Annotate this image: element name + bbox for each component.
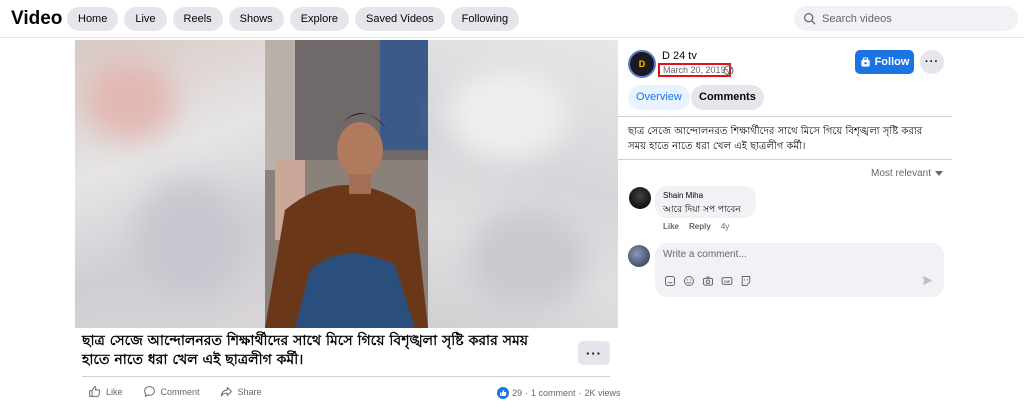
nav-explore[interactable]: Explore xyxy=(289,7,349,31)
caret-down-icon xyxy=(935,171,944,176)
follow-button[interactable]: Follow xyxy=(855,50,914,74)
nav-saved-videos[interactable]: Saved Videos xyxy=(354,7,445,31)
app-title: Video xyxy=(11,8,63,29)
like-label: Like xyxy=(106,386,123,397)
video-stats: 29 · 1 comment · 2K views xyxy=(497,387,621,399)
comment-bubble: Shain Miha আরে দিয়া সপ পাবেন xyxy=(655,186,756,218)
separator: · xyxy=(525,388,529,398)
comment-button[interactable]: Comment xyxy=(143,385,200,398)
comment-input[interactable] xyxy=(663,249,923,260)
globe-icon xyxy=(723,65,734,76)
sticker-face-icon[interactable] xyxy=(740,275,752,287)
nav-live[interactable]: Live xyxy=(124,7,167,31)
comment-text: আরে দিয়া সপ পাবেন xyxy=(663,205,741,215)
separator: · xyxy=(578,388,582,398)
divider xyxy=(618,116,952,117)
tab-overview[interactable]: Overview xyxy=(628,85,690,110)
comment-label: Comment xyxy=(160,386,200,397)
reaction-count[interactable]: 29 xyxy=(512,388,522,398)
page-avatar[interactable]: D xyxy=(628,50,656,78)
video-frame xyxy=(265,40,428,328)
nav-following[interactable]: Following xyxy=(450,7,520,31)
page-name[interactable]: D 24 tv xyxy=(662,50,697,62)
comment-actions: Like Reply 4y xyxy=(663,222,729,231)
nav-reels[interactable]: Reels xyxy=(172,7,223,31)
follow-label: Follow xyxy=(874,56,910,68)
post-date[interactable]: March 20, 2019 xyxy=(658,63,731,77)
comment-age[interactable]: 4y xyxy=(721,222,729,231)
video-caption: ছাত্র সেজে আন্দোলনরত শিক্ষার্থীদের সাথে … xyxy=(82,333,528,368)
blur-spot xyxy=(85,60,175,140)
comment-count[interactable]: 1 comment xyxy=(531,388,576,398)
svg-text:GIF: GIF xyxy=(724,280,731,284)
comment-like-button[interactable]: Like xyxy=(663,222,679,231)
share-label: Share xyxy=(237,386,262,397)
page-logo-letter: D xyxy=(638,59,646,69)
sort-dropdown[interactable]: Most relevant xyxy=(871,168,944,179)
thumbs-up-icon xyxy=(89,386,101,397)
page-more-button[interactable]: ··· xyxy=(920,50,944,74)
like-reaction-icon xyxy=(497,387,509,399)
search-input[interactable] xyxy=(822,12,1012,25)
blur-spot xyxy=(448,70,568,160)
send-icon[interactable] xyxy=(921,274,934,287)
gif-icon[interactable]: GIF xyxy=(721,275,733,287)
commenter-avatar[interactable] xyxy=(629,187,651,209)
comment-icon xyxy=(143,386,155,398)
divider xyxy=(82,376,610,377)
blur-spot xyxy=(135,180,245,300)
search-icon xyxy=(803,12,816,25)
comment-composer[interactable]: GIF xyxy=(655,243,944,297)
composer-tools: GIF xyxy=(664,275,752,287)
video-player[interactable] xyxy=(75,40,618,328)
post-date-text: March 20, 2019 xyxy=(663,65,726,75)
sort-label: Most relevant xyxy=(871,168,932,179)
top-bar: Video Home Live Reels Shows Explore Save… xyxy=(0,0,1024,38)
my-avatar xyxy=(628,245,650,267)
emoji-icon[interactable] xyxy=(683,275,695,287)
search-bar[interactable] xyxy=(794,6,1018,31)
video-blur-left xyxy=(75,40,265,328)
like-button[interactable]: Like xyxy=(88,385,123,398)
commenter-name[interactable]: Shain Miha xyxy=(663,191,748,200)
video-actions: Like Comment Share xyxy=(88,385,282,398)
share-icon xyxy=(220,386,232,397)
post-description: ছাত্র সেজে আন্দোলনরত শিক্ষার্থীদের সাথে … xyxy=(628,126,923,152)
nav-home[interactable]: Home xyxy=(67,7,119,31)
nav-tabs: Home Live Reels Shows Explore Saved Vide… xyxy=(67,7,520,31)
follow-page-icon xyxy=(860,57,870,67)
view-count: 2K views xyxy=(584,388,621,398)
blur-spot xyxy=(468,210,588,310)
video-more-button[interactable]: ··· xyxy=(578,341,610,365)
sticker-icon[interactable] xyxy=(664,275,676,287)
tab-comments[interactable]: Comments xyxy=(691,85,764,110)
video-blur-right xyxy=(428,40,618,328)
video-still xyxy=(265,40,428,328)
comment-reply-button[interactable]: Reply xyxy=(689,222,711,231)
divider xyxy=(618,159,952,160)
nav-shows[interactable]: Shows xyxy=(228,7,284,31)
share-button[interactable]: Share xyxy=(220,385,262,398)
camera-icon[interactable] xyxy=(702,275,714,287)
